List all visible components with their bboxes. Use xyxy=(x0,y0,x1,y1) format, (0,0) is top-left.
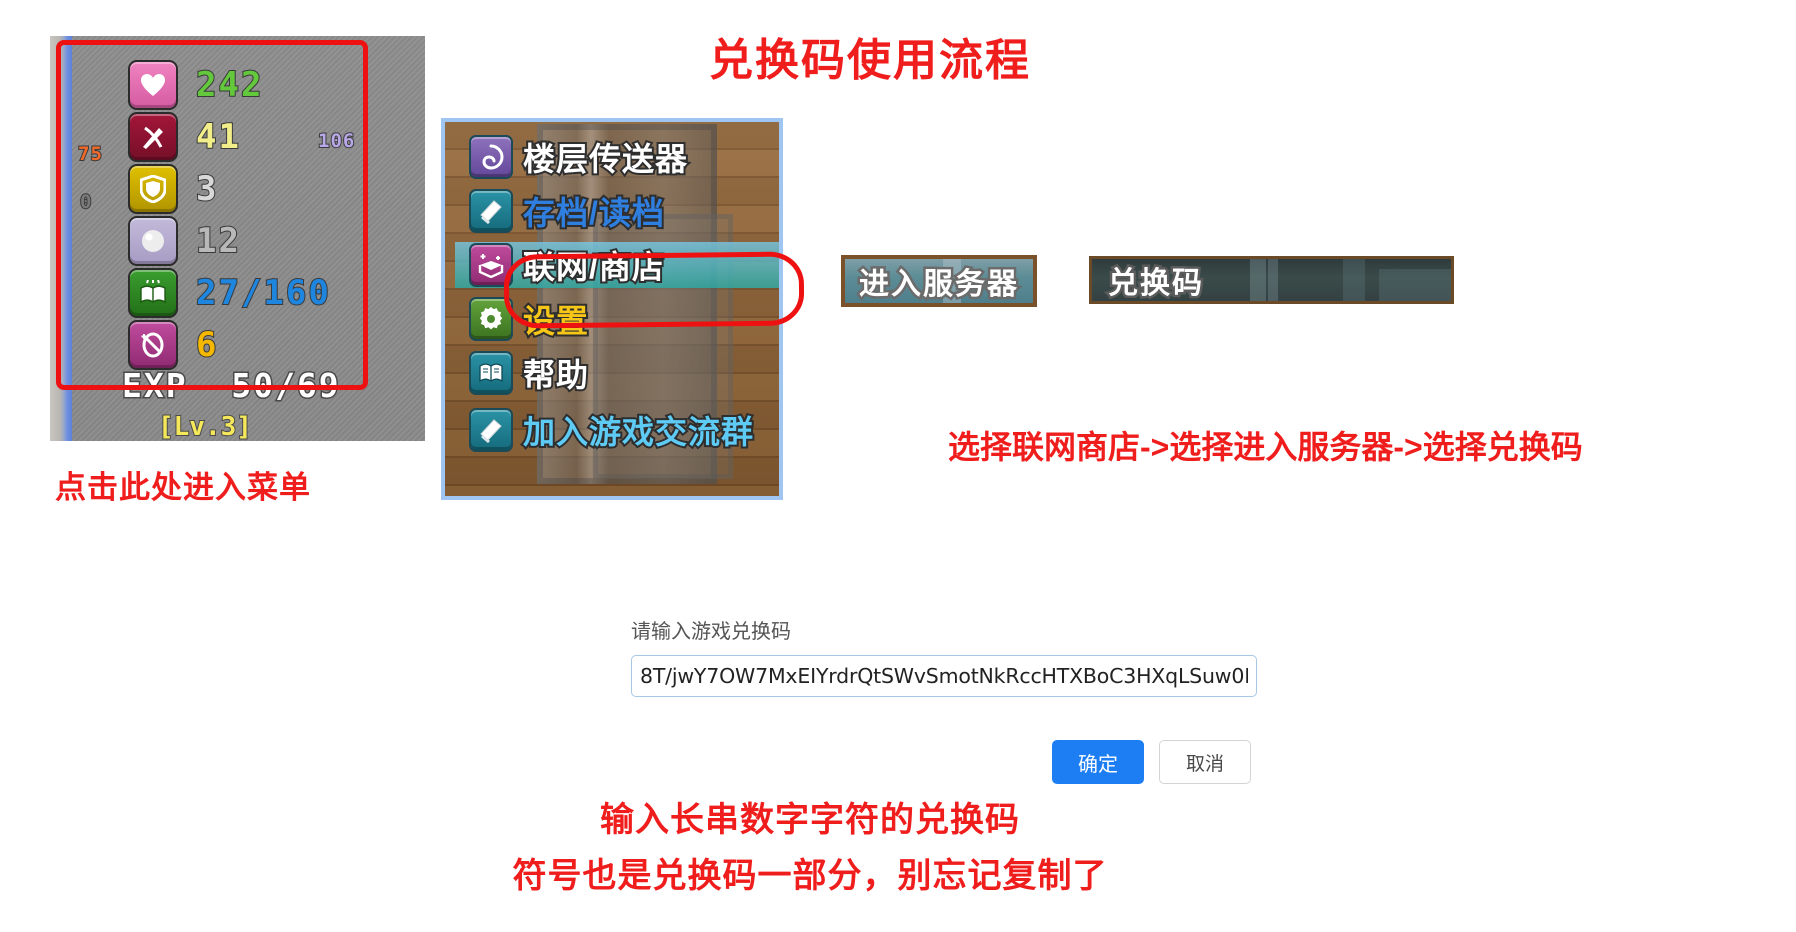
ring-icon xyxy=(128,320,178,370)
redeem-code-banner-label: 兑换码 xyxy=(1106,265,1205,302)
menu-item-label: 联网/商店 xyxy=(521,247,666,287)
menu-item-floor-teleporter[interactable]: 楼层传送器 xyxy=(469,134,779,180)
menu-item-settings[interactable]: 设置 xyxy=(469,296,779,342)
hud-stat-value-hp: 242 xyxy=(195,64,264,106)
save-icon xyxy=(469,189,513,233)
hud-exp-label: EXP 50/69 xyxy=(121,365,341,407)
hud-side-stat-left-top: 75 xyxy=(77,142,103,166)
heart-icon xyxy=(128,60,178,110)
menu-item-label: 帮助 xyxy=(521,355,590,395)
hud-stat-value-ring: 6 xyxy=(195,324,219,366)
portal-icon xyxy=(469,135,513,179)
menu-item-help[interactable]: 帮助 xyxy=(469,350,779,396)
orb-icon xyxy=(128,216,178,266)
hud-side-stat-right: 106 xyxy=(317,129,356,153)
page-title: 兑换码使用流程 xyxy=(709,36,1031,85)
redeem-code-input[interactable] xyxy=(631,655,1257,697)
enter-server-button-label: 进入服务器 xyxy=(857,266,1020,304)
hud-caption-text: 点击此处进入菜单 xyxy=(55,470,311,505)
hud-stat-row-orb: 12 xyxy=(128,216,241,266)
menu-item-save-load[interactable]: 存档/读档 xyxy=(469,188,779,234)
confirm-button[interactable]: 确定 xyxy=(1052,740,1144,784)
note-line-2: 符号也是兑换码一部分，别忘记复制了 xyxy=(512,857,1108,895)
hud-stat-value-orb: 12 xyxy=(195,220,241,262)
menu-item-join-group[interactable]: 加入游戏交流群 xyxy=(469,407,779,453)
hud-stat-row-attack: 41 xyxy=(128,112,241,162)
hud-stat-row-book: 27/160 xyxy=(128,268,331,318)
game-hud-panel[interactable]: 75 0 106 242 41 3 12 27/160 6 EXP 50/69 … xyxy=(50,36,425,441)
banner-stripe-d xyxy=(1379,269,1451,301)
hud-left-rail xyxy=(50,36,72,441)
cancel-button[interactable]: 取消 xyxy=(1159,740,1251,784)
join-group-icon xyxy=(469,408,513,452)
note-line-1: 输入长串数字字符的兑换码 xyxy=(600,801,1020,839)
dialog-prompt-label: 请输入游戏兑换码 xyxy=(631,621,791,643)
banner-stripe-b xyxy=(1267,259,1278,301)
hud-stat-value-defense: 3 xyxy=(195,168,219,210)
enter-server-button[interactable]: 进入服务器 xyxy=(841,255,1037,307)
banner-stripe-a xyxy=(1249,259,1266,301)
menu-item-label: 设置 xyxy=(521,301,590,341)
hud-stat-row-hp: 242 xyxy=(128,60,263,110)
book-icon xyxy=(128,268,178,318)
banner-stripe-c xyxy=(1343,259,1366,301)
shield-icon xyxy=(128,164,178,214)
hud-stat-row-ring: 6 xyxy=(128,320,218,370)
hud-stat-value-attack: 41 xyxy=(195,116,241,158)
redeem-code-banner[interactable]: 兑换码 xyxy=(1089,256,1454,304)
attack-icon xyxy=(128,112,178,162)
help-book-icon xyxy=(469,351,513,395)
hud-stat-value-book: 27/160 xyxy=(195,272,331,314)
hud-stat-row-defense: 3 xyxy=(128,164,218,214)
game-menu-panel: 楼层传送器 存档/读档 联网/商店 设置 帮助 加入游戏交流群 xyxy=(441,118,783,500)
gear-icon xyxy=(469,297,513,341)
menu-item-label: 加入游戏交流群 xyxy=(521,412,755,452)
flow-annotation-text: 选择联网商店->选择进入服务器->选择兑换码 xyxy=(948,429,1583,465)
hud-side-stat-left-bottom: 0 xyxy=(79,190,93,214)
menu-item-online-shop[interactable]: 联网/商店 xyxy=(455,242,779,288)
hud-level-label: [Lv.3] xyxy=(157,411,253,441)
menu-item-label: 楼层传送器 xyxy=(521,139,689,179)
shop-box-icon xyxy=(469,243,513,287)
menu-item-label: 存档/读档 xyxy=(521,193,666,233)
